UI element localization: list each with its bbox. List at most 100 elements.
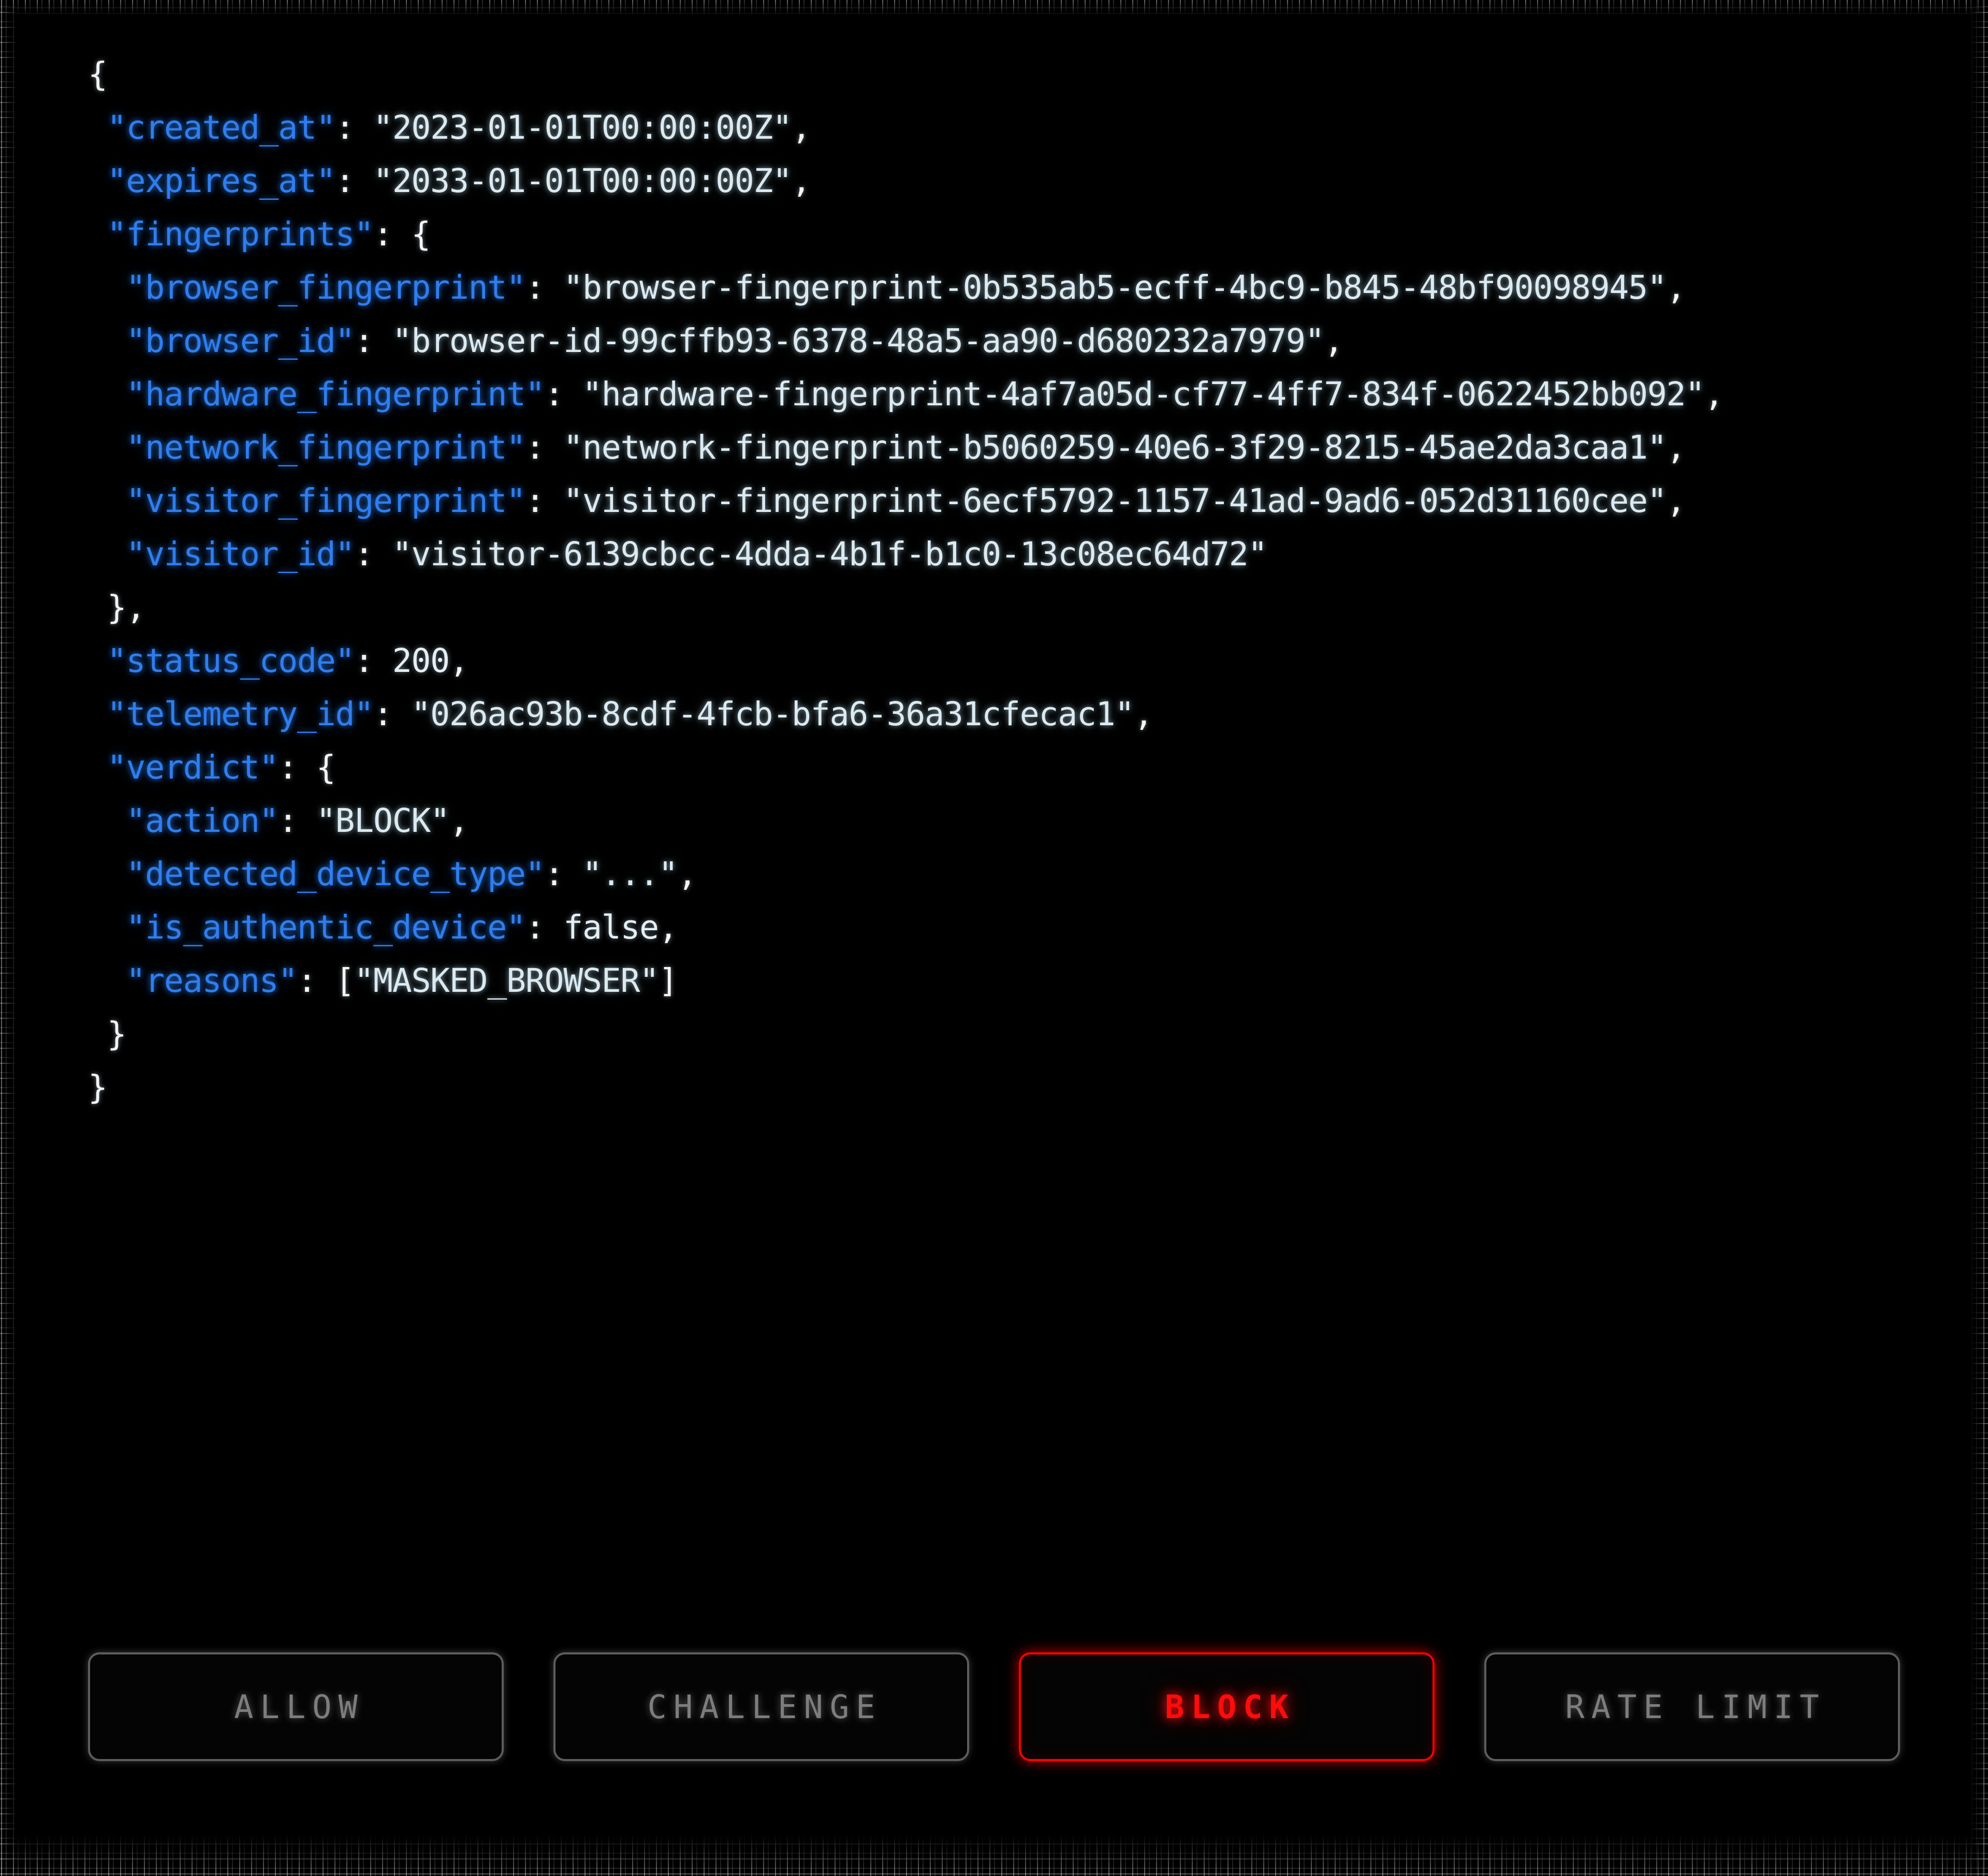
json-key: "visitor_id" xyxy=(126,535,355,573)
json-punctuation: , xyxy=(1134,695,1153,733)
json-key: "action" xyxy=(126,802,279,840)
json-value: "2033-01-01T00:00:00Z" xyxy=(373,162,792,200)
json-value: "visitor-6139cbcc-4dda-4b1f-b1c0-13c08ec… xyxy=(392,535,1268,573)
json-punctuation: : xyxy=(525,908,564,946)
json-punctuation: , xyxy=(658,908,678,946)
json-punctuation: : [ xyxy=(297,962,355,1000)
json-punctuation: : xyxy=(525,269,564,306)
verdict-console-screen: { "created_at": "2023-01-01T00:00:00Z", … xyxy=(0,0,1988,1876)
json-punctuation: , xyxy=(1324,322,1343,360)
json-key: "browser_id" xyxy=(126,322,355,360)
json-value: "..." xyxy=(582,855,678,893)
json-value: "network-fingerprint-b5060259-40e6-3f29-… xyxy=(563,429,1667,466)
json-punctuation: : xyxy=(335,109,373,146)
json-key: "fingerprints" xyxy=(107,215,374,253)
json-punctuation: , xyxy=(792,162,811,200)
json-value: "BLOCK" xyxy=(316,802,450,840)
json-punctuation: : { xyxy=(278,749,335,786)
grain-border-left xyxy=(0,0,18,1876)
verdict-button-label: ALLOW xyxy=(234,1688,364,1726)
json-punctuation: ] xyxy=(658,962,678,1000)
json-line: } xyxy=(88,1007,1931,1061)
json-payload-viewer: { "created_at": "2023-01-01T00:00:00Z", … xyxy=(88,48,1931,1114)
json-line: "browser_id": "browser-id-99cffb93-6378-… xyxy=(88,314,1931,368)
json-value: "hardware-fingerprint-4af7a05d-cf77-4ff7… xyxy=(582,375,1705,413)
json-punctuation: : xyxy=(354,535,392,573)
json-key: "network_fingerprint" xyxy=(126,429,526,466)
json-line: "reasons": ["MASKED_BROWSER"] xyxy=(88,954,1931,1007)
json-line: } xyxy=(88,1061,1931,1114)
json-line: "network_fingerprint": "network-fingerpr… xyxy=(88,421,1931,474)
json-key: "is_authentic_device" xyxy=(126,908,526,946)
json-line: "created_at": "2023-01-01T00:00:00Z", xyxy=(88,101,1931,154)
json-value: false xyxy=(563,908,659,946)
json-line: "is_authentic_device": false, xyxy=(88,901,1931,954)
verdict-button-label: BLOCK xyxy=(1165,1688,1295,1726)
json-value: "MASKED_BROWSER" xyxy=(354,962,659,1000)
json-punctuation: , xyxy=(1704,375,1724,413)
verdict-action-bar: ALLOW CHALLENGE BLOCK RATE LIMIT xyxy=(88,1652,1900,1761)
json-line: }, xyxy=(88,581,1931,634)
grain-border-top xyxy=(0,0,1988,16)
json-value: "026ac93b-8cdf-4fcb-bfa6-36a31cfecac1" xyxy=(411,695,1134,733)
json-key: "hardware_fingerprint" xyxy=(126,375,545,413)
json-punctuation: , xyxy=(1666,482,1686,520)
grain-border-right xyxy=(1970,0,1988,1876)
json-punctuation: : xyxy=(373,695,412,733)
json-punctuation: , xyxy=(1666,429,1686,466)
json-punctuation: } xyxy=(107,1015,127,1053)
verdict-button-rate-limit[interactable]: RATE LIMIT xyxy=(1484,1652,1900,1761)
json-value: "browser-id-99cffb93-6378-48a5-aa90-d680… xyxy=(392,322,1325,360)
json-punctuation: }, xyxy=(107,589,146,626)
json-key: "visitor_fingerprint" xyxy=(126,482,526,520)
json-punctuation: : xyxy=(525,429,564,466)
json-line: "action": "BLOCK", xyxy=(88,794,1931,847)
json-value: "2023-01-01T00:00:00Z" xyxy=(373,109,792,146)
verdict-button-allow[interactable]: ALLOW xyxy=(88,1652,504,1761)
json-punctuation: , xyxy=(449,642,469,680)
json-value: "browser-fingerprint-0b535ab5-ecff-4bc9-… xyxy=(563,269,1667,306)
json-punctuation: : xyxy=(544,855,582,893)
grain-border-bottom xyxy=(0,1835,1988,1876)
json-key: "status_code" xyxy=(107,642,355,680)
json-punctuation: } xyxy=(88,1068,108,1106)
json-value: 200 xyxy=(392,642,450,680)
verdict-button-label: RATE LIMIT xyxy=(1565,1688,1826,1726)
json-line: "visitor_id": "visitor-6139cbcc-4dda-4b1… xyxy=(88,527,1931,581)
json-line: "visitor_fingerprint": "visitor-fingerpr… xyxy=(88,474,1931,527)
json-key: "verdict" xyxy=(107,749,279,786)
json-punctuation: , xyxy=(1666,269,1686,306)
json-key: "reasons" xyxy=(126,962,298,1000)
json-punctuation: : xyxy=(354,322,392,360)
json-line: "hardware_fingerprint": "hardware-finger… xyxy=(88,368,1931,421)
json-line: "verdict": { xyxy=(88,741,1931,794)
json-key: "telemetry_id" xyxy=(107,695,374,733)
json-key: "browser_fingerprint" xyxy=(126,269,526,306)
json-line: "detected_device_type": "...", xyxy=(88,847,1931,901)
json-punctuation: { xyxy=(88,55,108,93)
verdict-button-challenge[interactable]: CHALLENGE xyxy=(553,1652,969,1761)
json-line: "expires_at": "2033-01-01T00:00:00Z", xyxy=(88,154,1931,208)
json-punctuation: : xyxy=(525,482,564,520)
json-punctuation: : xyxy=(354,642,392,680)
json-punctuation: : { xyxy=(373,215,431,253)
json-line: { xyxy=(88,48,1931,101)
json-punctuation: , xyxy=(449,802,469,840)
json-line: "fingerprints": { xyxy=(88,208,1931,261)
json-key: "detected_device_type" xyxy=(126,855,545,893)
json-punctuation: , xyxy=(677,855,697,893)
verdict-button-block[interactable]: BLOCK xyxy=(1019,1652,1435,1761)
